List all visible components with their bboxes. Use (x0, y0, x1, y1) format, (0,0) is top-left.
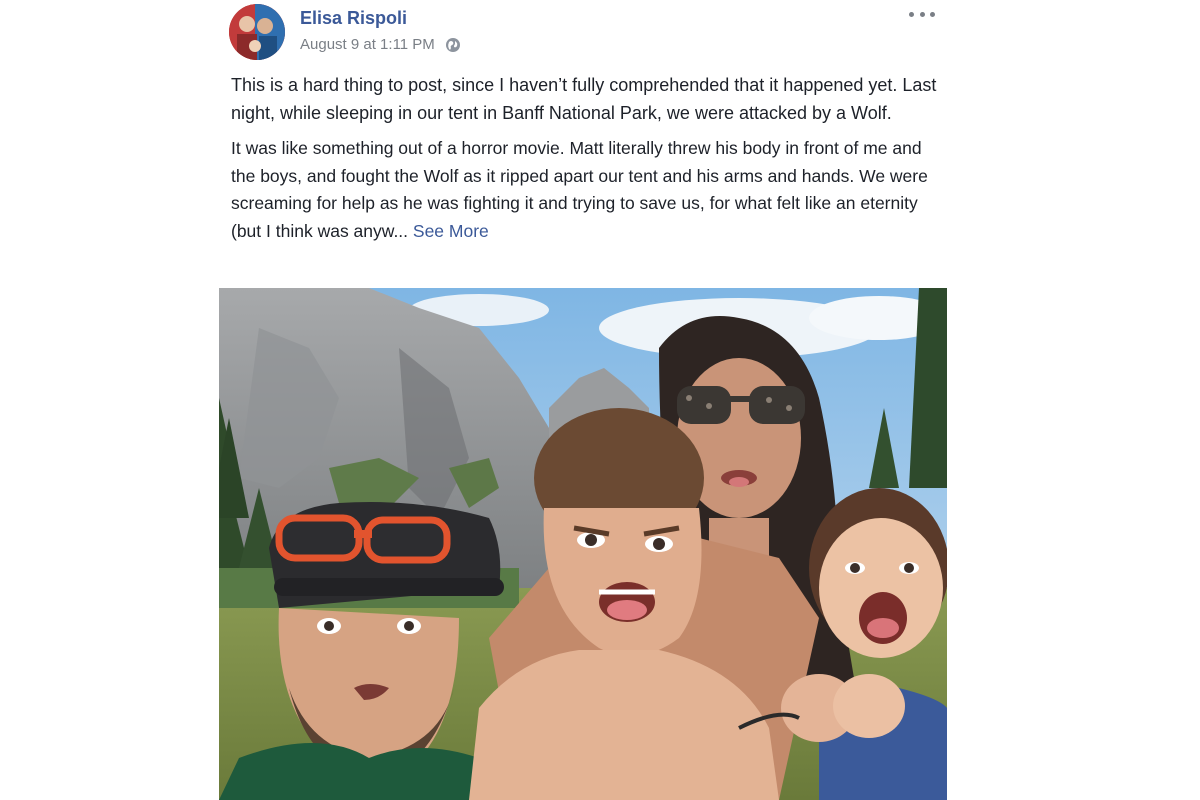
more-options-icon[interactable] (909, 8, 935, 20)
author-name[interactable]: Elisa Rispoli (300, 8, 407, 29)
author-avatar[interactable] (229, 4, 285, 60)
globe-icon[interactable] (445, 37, 461, 53)
family-photo-image (219, 288, 947, 800)
avatar-image (229, 4, 285, 60)
post-paragraph-2: It was like something out of a horror mo… (231, 135, 937, 245)
post-text: This is a hard thing to post, since I ha… (231, 72, 937, 253)
post-header: Elisa Rispoli August 9 at 1:11 PM (219, 0, 947, 66)
post-timestamp[interactable]: August 9 at 1:11 PM (300, 36, 435, 53)
post-paragraph-1: This is a hard thing to post, since I ha… (231, 75, 937, 123)
see-more-link[interactable]: See More (413, 221, 489, 241)
post-photo[interactable] (219, 288, 947, 800)
post-paragraph-2-text: It was like something out of a horror mo… (231, 138, 928, 241)
post-meta: August 9 at 1:11 PM (300, 36, 461, 53)
facebook-post: Elisa Rispoli August 9 at 1:11 PM This i… (219, 0, 947, 800)
screenshot-stage: Elisa Rispoli August 9 at 1:11 PM This i… (0, 0, 1200, 800)
